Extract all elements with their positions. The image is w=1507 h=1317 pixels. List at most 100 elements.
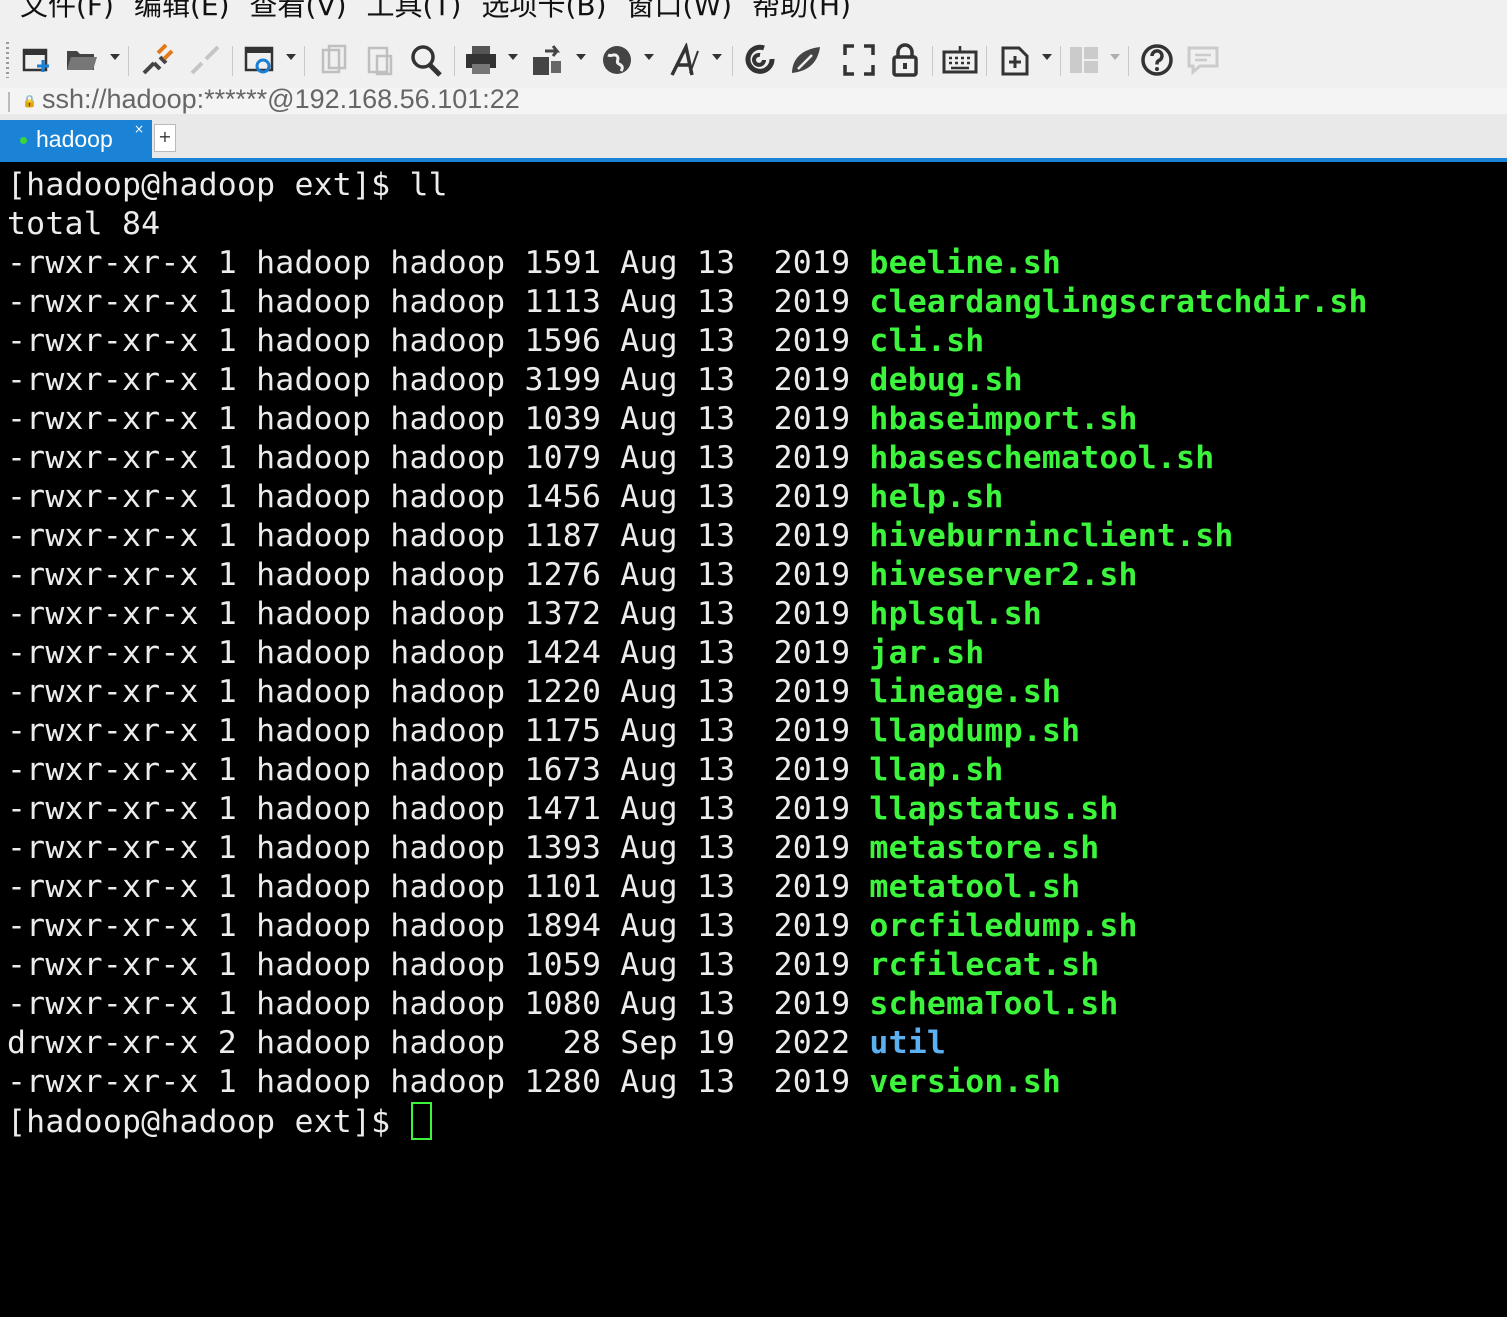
- file-metadata: -rwxr-xr-x 1 hadoop hadoop 1039 Aug 13 2…: [7, 401, 870, 437]
- globe-dropdown-icon[interactable]: [644, 54, 654, 60]
- listing-row: -rwxr-xr-x 1 hadoop hadoop 1079 Aug 13 2…: [7, 439, 1368, 478]
- address-grip: [8, 92, 10, 112]
- toolbar-separator: [454, 46, 455, 76]
- menu-tools[interactable]: 工具(T): [367, 0, 482, 26]
- file-metadata: -rwxr-xr-x 1 hadoop hadoop 1220 Aug 13 2…: [7, 674, 870, 710]
- menu-window[interactable]: 窗口(W): [627, 0, 753, 26]
- find-icon[interactable]: [406, 42, 446, 78]
- file-metadata: -rwxr-xr-x 1 hadoop hadoop 1591 Aug 13 2…: [7, 245, 870, 281]
- swirl-icon[interactable]: [740, 42, 780, 78]
- listing-row: -rwxr-xr-x 1 hadoop hadoop 1280 Aug 13 2…: [7, 1063, 1368, 1102]
- connect-icon[interactable]: [138, 42, 178, 78]
- listing-row: -rwxr-xr-x 1 hadoop hadoop 1175 Aug 13 2…: [7, 712, 1368, 751]
- listing-row: -rwxr-xr-x 1 hadoop hadoop 1456 Aug 13 2…: [7, 478, 1368, 517]
- chat-icon[interactable]: [1184, 42, 1222, 78]
- address-text[interactable]: ssh://hadoop:******@192.168.56.101:22: [42, 88, 520, 114]
- new-tab-dropdown-icon[interactable]: [1042, 54, 1052, 60]
- file-name: metatool.sh: [869, 869, 1081, 905]
- print-dropdown-icon[interactable]: [508, 54, 518, 60]
- file-name: llap.sh: [869, 752, 1004, 788]
- fullscreen-icon[interactable]: [840, 42, 878, 78]
- menu-tab[interactable]: 选项卡(B): [481, 0, 626, 26]
- copy-icon[interactable]: [316, 42, 352, 78]
- keyboard-icon[interactable]: [940, 42, 980, 78]
- terminal[interactable]: [hadoop@hadoop ext]$ ll total 84 -rwxr-x…: [0, 162, 1507, 1317]
- layout-icon[interactable]: [1066, 42, 1102, 78]
- file-metadata: -rwxr-xr-x 1 hadoop hadoop 1471 Aug 13 2…: [7, 791, 870, 827]
- menu-help[interactable]: 帮助(H): [752, 0, 871, 26]
- new-tab-icon[interactable]: [996, 42, 1034, 78]
- file-name: cleardanglingscratchdir.sh: [869, 284, 1368, 320]
- open-folder-icon[interactable]: [64, 42, 100, 78]
- toolbar-separator: [986, 46, 987, 76]
- prompt: [hadoop@hadoop ext]$: [7, 167, 410, 203]
- toolbar: [0, 32, 1507, 88]
- properties-dropdown-icon[interactable]: [286, 54, 296, 60]
- tab-hadoop[interactable]: hadoop ×: [0, 120, 152, 158]
- file-metadata: -rwxr-xr-x 1 hadoop hadoop 1113 Aug 13 2…: [7, 284, 870, 320]
- listing-row: -rwxr-xr-x 1 hadoop hadoop 1113 Aug 13 2…: [7, 283, 1368, 322]
- file-name: orcfiledump.sh: [869, 908, 1138, 944]
- paste-icon[interactable]: [362, 42, 398, 78]
- menu-edit[interactable]: 编辑(E): [134, 0, 250, 26]
- toolbar-separator: [128, 46, 129, 76]
- file-name: hplsql.sh: [869, 596, 1042, 632]
- toolbar-separator: [732, 46, 733, 76]
- properties-icon[interactable]: [242, 42, 278, 78]
- listing-row: -rwxr-xr-x 1 hadoop hadoop 1187 Aug 13 2…: [7, 517, 1368, 556]
- file-name: hbaseimport.sh: [869, 401, 1138, 437]
- new-tab-button[interactable]: +: [154, 124, 176, 152]
- connection-status-icon: [20, 137, 27, 144]
- tab-label: hadoop: [36, 126, 113, 152]
- toolbar-separator: [304, 46, 305, 76]
- file-metadata: -rwxr-xr-x 1 hadoop hadoop 1456 Aug 13 2…: [7, 479, 870, 515]
- command-line: [hadoop@hadoop ext]$ ll: [7, 166, 1368, 205]
- file-metadata: -rwxr-xr-x 1 hadoop hadoop 1280 Aug 13 2…: [7, 1064, 870, 1100]
- file-metadata: -rwxr-xr-x 1 hadoop hadoop 1079 Aug 13 2…: [7, 440, 870, 476]
- listing-row: -rwxr-xr-x 1 hadoop hadoop 1596 Aug 13 2…: [7, 322, 1368, 361]
- script-icon[interactable]: [786, 42, 826, 78]
- file-metadata: -rwxr-xr-x 1 hadoop hadoop 1059 Aug 13 2…: [7, 947, 870, 983]
- file-metadata: -rwxr-xr-x 1 hadoop hadoop 3199 Aug 13 2…: [7, 362, 870, 398]
- print-icon[interactable]: [462, 42, 500, 78]
- listing-row: -rwxr-xr-x 1 hadoop hadoop 1039 Aug 13 2…: [7, 400, 1368, 439]
- tab-close-icon[interactable]: ×: [134, 122, 144, 136]
- menu-bar: 文件(F) 编辑(E) 查看(V) 工具(T) 选项卡(B) 窗口(W) 帮助(…: [0, 0, 1507, 32]
- listing-row: -rwxr-xr-x 1 hadoop hadoop 1424 Aug 13 2…: [7, 634, 1368, 673]
- listing-row: -rwxr-xr-x 1 hadoop hadoop 1894 Aug 13 2…: [7, 907, 1368, 946]
- menu-view[interactable]: 查看(V): [250, 0, 367, 26]
- transfer-dropdown-icon[interactable]: [576, 54, 586, 60]
- file-name: schemaTool.sh: [869, 986, 1119, 1022]
- font-icon[interactable]: [666, 42, 706, 78]
- file-metadata: -rwxr-xr-x 1 hadoop hadoop 1187 Aug 13 2…: [7, 518, 870, 554]
- open-dropdown-icon[interactable]: [110, 54, 120, 60]
- disconnect-icon[interactable]: [186, 42, 224, 78]
- file-metadata: -rwxr-xr-x 1 hadoop hadoop 1175 Aug 13 2…: [7, 713, 870, 749]
- address-bar: 🔒 ssh://hadoop:******@192.168.56.101:22: [0, 88, 1507, 114]
- file-metadata: -rwxr-xr-x 1 hadoop hadoop 1673 Aug 13 2…: [7, 752, 870, 788]
- file-name: jar.sh: [869, 635, 985, 671]
- file-name: debug.sh: [869, 362, 1023, 398]
- listing-row: -rwxr-xr-x 1 hadoop hadoop 1393 Aug 13 2…: [7, 829, 1368, 868]
- globe-icon[interactable]: [598, 42, 636, 78]
- help-icon[interactable]: [1138, 42, 1176, 78]
- listing-row: -rwxr-xr-x 1 hadoop hadoop 1059 Aug 13 2…: [7, 946, 1368, 985]
- font-dropdown-icon[interactable]: [712, 54, 722, 60]
- listing-row: -rwxr-xr-x 1 hadoop hadoop 1080 Aug 13 2…: [7, 985, 1368, 1024]
- lock-icon[interactable]: [886, 42, 924, 78]
- file-name: metastore.sh: [869, 830, 1100, 866]
- listing-row: -rwxr-xr-x 1 hadoop hadoop 3199 Aug 13 2…: [7, 361, 1368, 400]
- file-metadata: -rwxr-xr-x 1 hadoop hadoop 1080 Aug 13 2…: [7, 986, 870, 1022]
- file-name: rcfilecat.sh: [869, 947, 1100, 983]
- toolbar-grip[interactable]: [6, 42, 9, 78]
- layout-dropdown-icon[interactable]: [1110, 54, 1120, 60]
- menu-file[interactable]: 文件(F): [20, 0, 134, 26]
- terminal-cursor: [411, 1102, 433, 1140]
- new-session-icon[interactable]: [20, 42, 54, 78]
- transfer-icon[interactable]: [528, 42, 568, 78]
- file-name: lineage.sh: [869, 674, 1062, 710]
- listing-row: -rwxr-xr-x 1 hadoop hadoop 1220 Aug 13 2…: [7, 673, 1368, 712]
- file-metadata: -rwxr-xr-x 1 hadoop hadoop 1393 Aug 13 2…: [7, 830, 870, 866]
- prompt-line: [hadoop@hadoop ext]$: [7, 1102, 1368, 1141]
- file-name: cli.sh: [869, 323, 985, 359]
